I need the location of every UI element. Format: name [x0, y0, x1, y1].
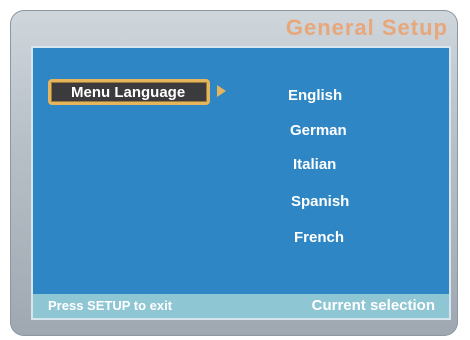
option-french[interactable]: French	[294, 229, 344, 246]
option-spanish[interactable]: Spanish	[291, 193, 349, 210]
option-italian[interactable]: Italian	[293, 156, 336, 173]
menu-language-button[interactable]: Menu Language	[48, 79, 210, 105]
status-bar: Press SETUP to exit Current selection	[33, 294, 449, 318]
option-english[interactable]: English	[288, 87, 342, 104]
option-german[interactable]: German	[290, 122, 347, 139]
exit-hint: Press SETUP to exit	[48, 298, 173, 313]
current-selection-label: Current selection	[311, 297, 435, 314]
menu-language-label: Menu Language	[71, 84, 186, 101]
page-title: General Setup	[285, 15, 448, 40]
arrow-right-icon	[217, 85, 226, 97]
